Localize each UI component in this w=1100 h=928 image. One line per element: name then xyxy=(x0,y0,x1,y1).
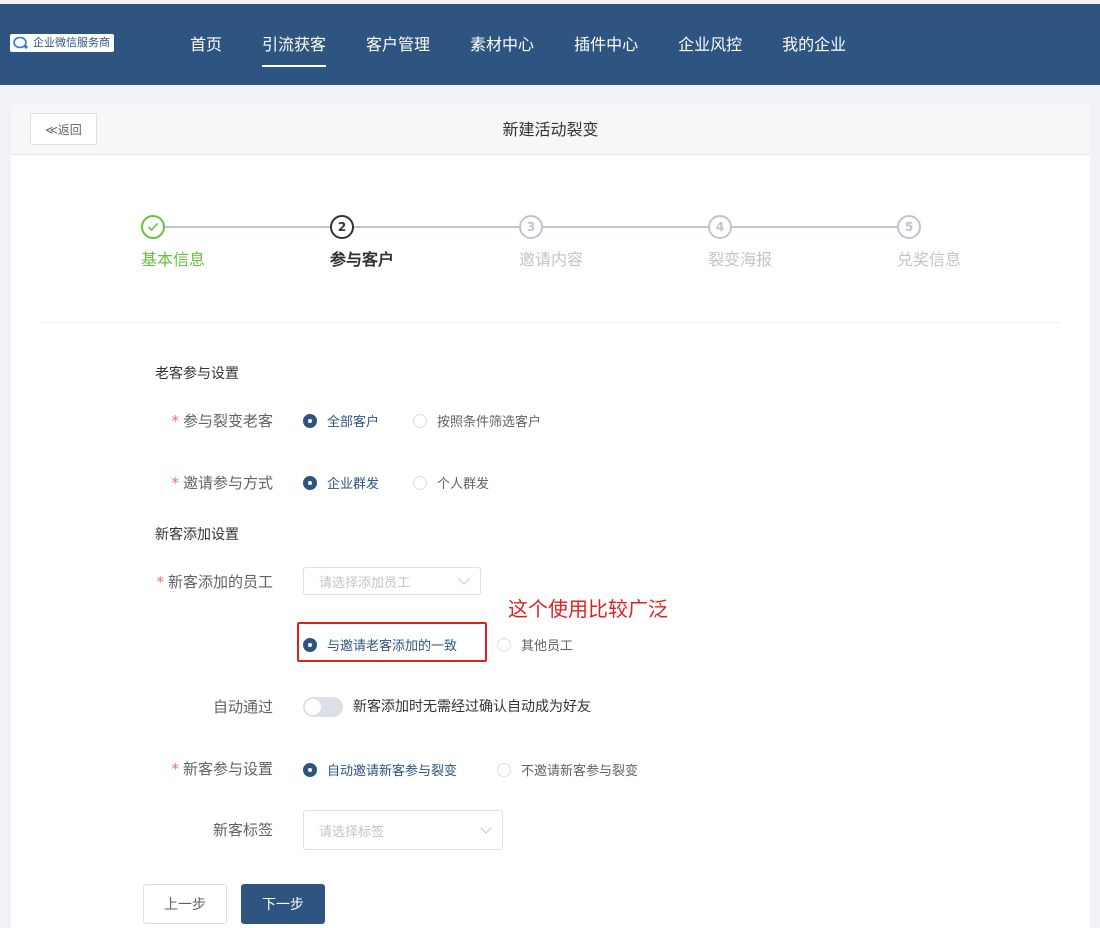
step-invite-content: 3 邀请内容 xyxy=(519,215,583,269)
radio-other-staff[interactable]: 其他员工 xyxy=(497,635,573,654)
step-connector xyxy=(543,226,708,228)
step-title: 邀请内容 xyxy=(519,250,584,269)
invite-method-label: * 邀请参与方式 xyxy=(171,474,273,492)
step-number: 4 xyxy=(708,215,732,239)
radio-personal-broadcast[interactable]: 个人群发 xyxy=(413,473,489,492)
radio-enterprise-broadcast[interactable]: 企业群发 xyxy=(303,473,379,492)
annotation-text: 这个使用比较广泛 xyxy=(508,597,668,621)
radio-same-staff[interactable]: 与邀请老客添加的一致 xyxy=(303,635,457,654)
step-number: 5 xyxy=(897,215,921,239)
nav-item-lead-generation[interactable]: 引流获客 xyxy=(262,4,327,85)
radio-no-invite[interactable]: 不邀请新客参与裂变 xyxy=(497,760,638,779)
radio-all-customers[interactable]: 全部客户 xyxy=(303,411,379,430)
select-placeholder: 请选择标签 xyxy=(319,824,385,840)
required-mark: * xyxy=(171,760,179,778)
chat-bubble-icon xyxy=(13,36,29,50)
select-placeholder: 请选择添加员工 xyxy=(319,575,411,591)
radio-dot xyxy=(413,413,427,428)
step-number: 2 xyxy=(330,215,354,239)
step-title: 基本信息 xyxy=(141,250,206,269)
required-mark: * xyxy=(156,573,164,591)
tags-label: 新客标签 xyxy=(212,821,273,839)
step-connector xyxy=(732,226,897,228)
nav-item-home[interactable]: 首页 xyxy=(190,4,222,85)
nav-item-risk-control[interactable]: 企业风控 xyxy=(678,4,742,85)
nav-item-material-center[interactable]: 素材中心 xyxy=(470,4,534,85)
step-connector xyxy=(165,226,330,228)
nav-item-customer-management[interactable]: 客户管理 xyxy=(366,4,430,85)
radio-dot xyxy=(497,637,511,652)
step-poster: 4 裂变海报 xyxy=(708,215,772,269)
step-participants: 2 参与客户 xyxy=(330,215,394,269)
step-title: 参与客户 xyxy=(330,250,395,269)
page-title: 新建活动裂变 xyxy=(502,120,599,139)
step-prize-info: 5 兑奖信息 xyxy=(897,215,961,269)
next-step-button[interactable]: 下一步 xyxy=(241,884,325,924)
section-divider xyxy=(41,322,1060,323)
auto-pass-label: 自动通过 xyxy=(212,698,273,716)
steps-bar: 基本信息 2 参与客户 3 邀请内容 4 裂变海报 5 兑奖信息 xyxy=(11,215,1090,275)
radio-dot xyxy=(413,475,427,490)
required-mark: * xyxy=(171,412,179,430)
required-mark: * xyxy=(171,474,179,492)
auto-pass-switch[interactable] xyxy=(303,697,343,717)
radio-dot xyxy=(303,637,317,652)
chevron-down-icon xyxy=(480,822,492,834)
section-title-new-customers: 新客添加设置 xyxy=(155,527,239,543)
top-navbar: 企业微信服务商 首页 引流获客 客户管理 素材中心 插件中心 企业风控 我的企业 xyxy=(0,4,1100,85)
radio-dot xyxy=(303,475,317,490)
switch-knob xyxy=(305,699,321,715)
check-icon xyxy=(141,215,165,239)
step-basic-info: 基本信息 xyxy=(141,215,205,269)
brand-logo[interactable]: 企业微信服务商 xyxy=(10,34,114,52)
chevron-down-icon xyxy=(458,573,470,585)
auto-pass-description: 新客添加时无需经过确认自动成为好友 xyxy=(353,699,591,715)
prev-step-button[interactable]: 上一步 xyxy=(143,884,227,924)
new-participation-label: * 新客参与设置 xyxy=(171,760,273,778)
step-title: 裂变海报 xyxy=(708,250,773,269)
step-connector xyxy=(354,226,519,228)
staff-label: * 新客添加的员工 xyxy=(156,573,273,591)
radio-dot xyxy=(303,413,317,428)
staff-select[interactable]: 请选择添加员工 xyxy=(303,567,481,595)
section-title-old-customers: 老客参与设置 xyxy=(155,366,239,382)
step-title: 兑奖信息 xyxy=(897,250,962,269)
brand-name: 企业微信服务商 xyxy=(33,36,110,49)
step-number: 3 xyxy=(519,215,543,239)
radio-dot xyxy=(303,762,317,777)
tags-select[interactable]: 请选择标签 xyxy=(303,810,503,850)
card-header: ≪返回 新建活动裂变 xyxy=(11,105,1090,155)
participants-label: * 参与裂变老客 xyxy=(171,412,273,430)
nav-item-my-enterprise[interactable]: 我的企业 xyxy=(782,4,846,85)
main-card: ≪返回 新建活动裂变 基本信息 2 参与客户 3 邀请内容 4 裂变海报 5 兑… xyxy=(11,105,1090,928)
nav-item-plugin-center[interactable]: 插件中心 xyxy=(574,4,638,85)
radio-filter-customers[interactable]: 按照条件筛选客户 xyxy=(413,411,541,430)
radio-dot xyxy=(497,762,511,777)
main-nav: 首页 引流获客 客户管理 素材中心 插件中心 企业风控 我的企业 xyxy=(190,4,886,85)
radio-auto-invite[interactable]: 自动邀请新客参与裂变 xyxy=(303,760,457,779)
